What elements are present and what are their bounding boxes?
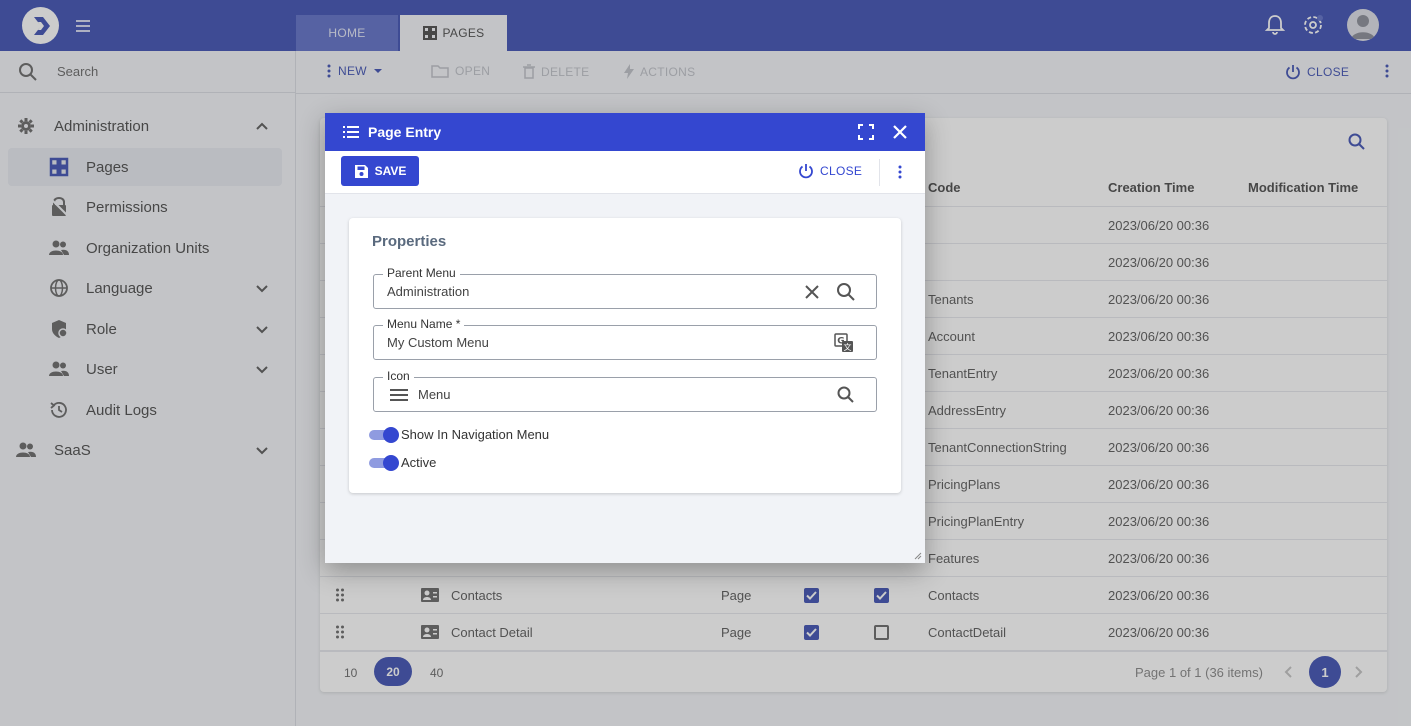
dialog-header: Page Entry: [325, 113, 925, 151]
save-button[interactable]: SAVE: [341, 156, 419, 186]
dialog-close-label: CLOSE: [820, 164, 863, 178]
parent-menu-field[interactable]: Parent Menu Administration: [373, 266, 877, 309]
clear-icon[interactable]: [802, 282, 822, 302]
translate-icon[interactable]: G文: [834, 333, 854, 353]
save-icon: [354, 164, 368, 178]
power-icon: [799, 164, 813, 179]
close-icon[interactable]: [892, 124, 908, 140]
active-label: Active: [401, 455, 437, 470]
dialog-toolbar: SAVE CLOSE: [325, 151, 925, 194]
show-in-navigation-label: Show In Navigation Menu: [401, 427, 550, 442]
menu-name-label: Menu Name *: [383, 317, 465, 331]
more-vertical-icon[interactable]: [897, 165, 903, 179]
save-button-label: SAVE: [374, 164, 407, 178]
resize-handle-icon[interactable]: [914, 552, 922, 560]
menu-icon: [390, 389, 408, 401]
icon-label: Icon: [383, 369, 414, 383]
page-entry-dialog: Page Entry SAVE CLOSE Properties Parent …: [325, 113, 925, 563]
parent-menu-label: Parent Menu: [383, 266, 460, 280]
show-in-navigation-switch[interactable]: [369, 427, 399, 443]
properties-section: Properties Parent Menu Administration Me…: [349, 218, 901, 493]
search-icon[interactable]: [836, 282, 856, 302]
dialog-close-button[interactable]: CLOSE: [798, 163, 862, 179]
section-title: Properties: [372, 233, 447, 250]
dialog-title: Page Entry: [368, 124, 442, 140]
menu-name-value: My Custom Menu: [387, 335, 489, 350]
active-switch[interactable]: [369, 455, 399, 471]
search-icon[interactable]: [836, 385, 856, 405]
icon-field[interactable]: Icon Menu: [373, 369, 877, 412]
maximize-icon[interactable]: [858, 124, 874, 140]
icon-value: Menu: [418, 387, 451, 402]
svg-text:文: 文: [844, 342, 852, 352]
list-icon: [343, 126, 359, 138]
parent-menu-value: Administration: [387, 284, 470, 299]
menu-name-field[interactable]: Menu Name * My Custom Menu G文: [373, 317, 877, 360]
toolbar-divider: [879, 159, 880, 186]
